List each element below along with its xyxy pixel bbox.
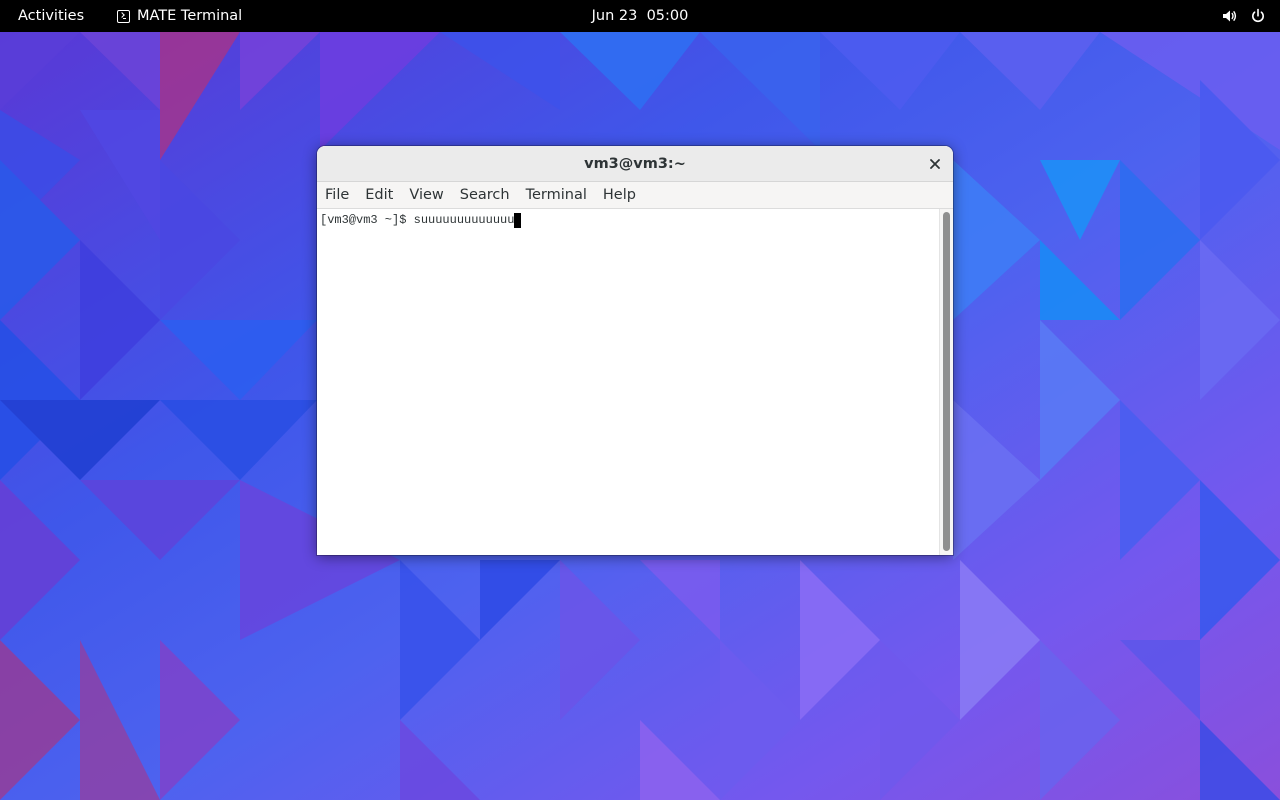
terminal-output-area[interactable]: [vm3@vm3 ~]$ suuuuuuuuuuuuu (317, 209, 939, 555)
desktop: Activities MATE Terminal Jun 23 05:00 vm… (0, 0, 1280, 800)
close-button[interactable] (925, 154, 945, 174)
system-menu-button[interactable] (1222, 0, 1266, 32)
window-titlebar[interactable]: vm3@vm3:~ (317, 146, 953, 182)
menu-bar: File Edit View Search Terminal Help (317, 182, 953, 209)
clock-date: Jun 23 (591, 8, 638, 24)
top-bar: Activities MATE Terminal Jun 23 05:00 (0, 0, 1280, 32)
vertical-scrollbar[interactable] (939, 209, 953, 555)
terminal-window: vm3@vm3:~ File Edit View Search Terminal… (317, 146, 953, 555)
clock-time: 05:00 (646, 8, 689, 24)
menu-terminal[interactable]: Terminal (518, 182, 595, 209)
scrollbar-thumb[interactable] (943, 212, 950, 551)
menu-file[interactable]: File (325, 182, 357, 209)
menu-view[interactable]: View (401, 182, 451, 209)
terminal-line: [vm3@vm3 ~]$ suuuuuuuuuuuuu (320, 213, 522, 228)
command-input: suuuuuuuuuuuuu (413, 213, 515, 227)
menu-help[interactable]: Help (595, 182, 644, 209)
window-title: vm3@vm3:~ (584, 156, 686, 172)
clock[interactable]: Jun 23 05:00 (0, 0, 1280, 32)
power-icon (1252, 8, 1264, 23)
close-icon (930, 159, 940, 169)
volume-icon (1223, 10, 1237, 22)
text-cursor (514, 213, 522, 228)
menu-search[interactable]: Search (452, 182, 518, 209)
menu-edit[interactable]: Edit (357, 182, 401, 209)
shell-prompt: [vm3@vm3 ~]$ (320, 213, 414, 227)
